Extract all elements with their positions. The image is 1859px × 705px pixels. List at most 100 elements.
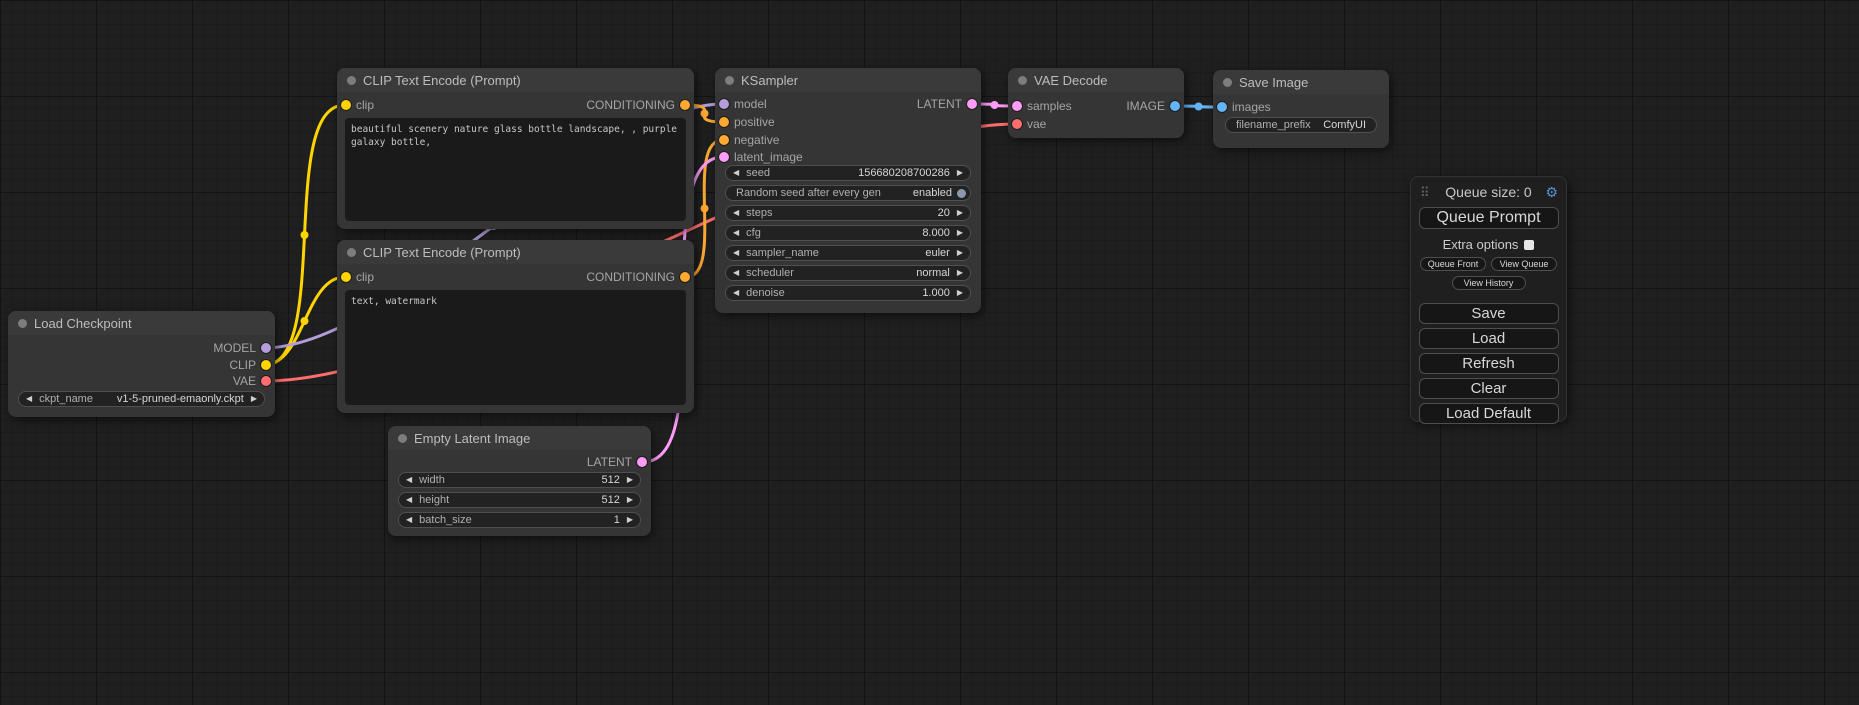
decrement-arrow-icon[interactable]: ◀ — [726, 246, 746, 260]
node-title-bar[interactable]: Save Image — [1213, 70, 1389, 94]
extra-options-checkbox[interactable] — [1524, 240, 1534, 250]
seed-widget[interactable]: ◀ seed 156680208700286 ▶ — [725, 165, 971, 181]
increment-arrow-icon[interactable]: ▶ — [950, 266, 970, 280]
latent-image-input-dot[interactable] — [719, 152, 729, 162]
latent-output-dot[interactable] — [967, 99, 977, 109]
toggle-indicator-dot[interactable] — [957, 189, 966, 198]
widget-value: v1-5-pruned-emaonly.ckpt — [117, 393, 244, 405]
negative-prompt-textarea[interactable]: text, watermark — [345, 290, 686, 405]
save-button[interactable]: Save — [1419, 303, 1559, 324]
increment-arrow-icon[interactable]: ▶ — [244, 392, 264, 406]
node-collapse-dot[interactable] — [18, 319, 27, 328]
node-title-bar[interactable]: VAE Decode — [1008, 68, 1184, 92]
ckpt-name-widget[interactable]: ◀ ckpt_name v1-5-pruned-emaonly.ckpt ▶ — [18, 391, 265, 407]
decrement-arrow-icon[interactable]: ◀ — [399, 513, 419, 527]
view-queue-button[interactable]: View Queue — [1491, 257, 1557, 271]
decrement-arrow-icon[interactable]: ◀ — [726, 286, 746, 300]
decrement-arrow-icon[interactable]: ◀ — [726, 226, 746, 240]
load-button[interactable]: Load — [1419, 328, 1559, 349]
decrement-arrow-icon[interactable]: ◀ — [726, 206, 746, 220]
view-history-button[interactable]: View History — [1452, 276, 1526, 290]
steps-widget[interactable]: ◀ steps 20 ▶ — [725, 205, 971, 221]
widget-value: 512 — [601, 474, 619, 486]
clip-output-dot[interactable] — [261, 360, 271, 370]
height-widget[interactable]: ◀ height 512 ▶ — [398, 492, 641, 508]
batch-size-widget[interactable]: ◀ batch_size 1 ▶ — [398, 512, 641, 528]
node-collapse-dot[interactable] — [1223, 78, 1232, 87]
node-empty-latent-image[interactable]: Empty Latent Image LATENT ◀ width 512 ▶ … — [388, 426, 651, 536]
node-collapse-dot[interactable] — [398, 434, 407, 443]
input-slot-vae: vae — [1012, 115, 1046, 133]
widget-label: denoise — [746, 287, 785, 299]
refresh-button[interactable]: Refresh — [1419, 353, 1559, 374]
queue-menu-panel[interactable]: ⠿ Queue size: 0 ⚙ Queue Prompt Extra opt… — [1410, 176, 1567, 422]
node-clip-text-encode-positive[interactable]: CLIP Text Encode (Prompt) clip CONDITION… — [337, 68, 694, 229]
vae-input-dot[interactable] — [1012, 119, 1022, 129]
node-collapse-dot[interactable] — [1018, 76, 1027, 85]
node-title-bar[interactable]: KSampler — [715, 68, 981, 92]
sampler-name-widget[interactable]: ◀ sampler_name euler ▶ — [725, 245, 971, 261]
node-graph-canvas[interactable]: Load Checkpoint MODEL CLIP VAE ◀ ckpt_na… — [0, 0, 1859, 705]
menu-header: ⠿ Queue size: 0 ⚙ — [1419, 184, 1558, 200]
increment-arrow-icon[interactable]: ▶ — [950, 286, 970, 300]
images-input-dot[interactable] — [1217, 102, 1227, 112]
increment-arrow-icon[interactable]: ▶ — [620, 493, 640, 507]
positive-prompt-textarea[interactable]: beautiful scenery nature glass bottle la… — [345, 118, 686, 221]
widget-label: seed — [746, 167, 770, 179]
denoise-widget[interactable]: ◀ denoise 1.000 ▶ — [725, 285, 971, 301]
increment-arrow-icon[interactable]: ▶ — [620, 473, 640, 487]
node-vae-decode[interactable]: VAE Decode samples vae IMAGE — [1008, 68, 1184, 138]
queue-front-button[interactable]: Queue Front — [1420, 257, 1486, 271]
decrement-arrow-icon[interactable]: ◀ — [399, 473, 419, 487]
node-title: Load Checkpoint — [34, 316, 132, 331]
conditioning-output-dot[interactable] — [680, 100, 690, 110]
clip-input-dot[interactable] — [341, 100, 351, 110]
positive-input-dot[interactable] — [719, 117, 729, 127]
slot-label: VAE — [233, 374, 256, 388]
node-title-bar[interactable]: Empty Latent Image — [388, 426, 651, 450]
conditioning-output-dot[interactable] — [680, 272, 690, 282]
increment-arrow-icon[interactable]: ▶ — [950, 226, 970, 240]
width-widget[interactable]: ◀ width 512 ▶ — [398, 472, 641, 488]
increment-arrow-icon[interactable]: ▶ — [620, 513, 640, 527]
negative-input-dot[interactable] — [719, 135, 729, 145]
queue-prompt-button[interactable]: Queue Prompt — [1419, 207, 1559, 229]
increment-arrow-icon[interactable]: ▶ — [950, 166, 970, 180]
settings-gear-icon[interactable]: ⚙ — [1545, 184, 1558, 201]
cfg-widget[interactable]: ◀ cfg 8.000 ▶ — [725, 225, 971, 241]
node-title-bar[interactable]: Load Checkpoint — [8, 311, 275, 335]
latent-output-dot[interactable] — [637, 457, 647, 467]
node-ksampler[interactable]: KSampler model positive negative latent_… — [715, 68, 981, 313]
model-output-dot[interactable] — [261, 343, 271, 353]
link-midpoint-dot — [1195, 103, 1203, 111]
vae-output-dot[interactable] — [261, 376, 271, 386]
node-collapse-dot[interactable] — [347, 248, 356, 257]
node-title-bar[interactable]: CLIP Text Encode (Prompt) — [337, 240, 694, 264]
drag-handle-icon[interactable]: ⠿ — [1420, 185, 1430, 201]
node-save-image[interactable]: Save Image images filename_prefix ComfyU… — [1213, 70, 1389, 148]
load-default-button[interactable]: Load Default — [1419, 403, 1559, 424]
slot-label: LATENT — [917, 97, 962, 111]
node-collapse-dot[interactable] — [347, 76, 356, 85]
slot-label: images — [1232, 100, 1271, 114]
clip-input-dot[interactable] — [341, 272, 351, 282]
decrement-arrow-icon[interactable]: ◀ — [726, 266, 746, 280]
samples-input-dot[interactable] — [1012, 101, 1022, 111]
scheduler-widget[interactable]: ◀ scheduler normal ▶ — [725, 265, 971, 281]
node-collapse-dot[interactable] — [725, 76, 734, 85]
decrement-arrow-icon[interactable]: ◀ — [726, 166, 746, 180]
clear-button[interactable]: Clear — [1419, 378, 1559, 399]
filename-prefix-widget[interactable]: filename_prefix ComfyUI — [1225, 117, 1377, 133]
image-output-dot[interactable] — [1170, 101, 1180, 111]
node-title: Empty Latent Image — [414, 431, 530, 446]
link-clip-to-negative-prompt — [264, 277, 345, 365]
node-title-bar[interactable]: CLIP Text Encode (Prompt) — [337, 68, 694, 92]
random-seed-toggle-widget[interactable]: Random seed after every gen enabled — [725, 185, 971, 201]
decrement-arrow-icon[interactable]: ◀ — [19, 392, 39, 406]
node-clip-text-encode-negative[interactable]: CLIP Text Encode (Prompt) clip CONDITION… — [337, 240, 694, 413]
node-load-checkpoint[interactable]: Load Checkpoint MODEL CLIP VAE ◀ ckpt_na… — [8, 311, 275, 417]
model-input-dot[interactable] — [719, 99, 729, 109]
decrement-arrow-icon[interactable]: ◀ — [399, 493, 419, 507]
increment-arrow-icon[interactable]: ▶ — [950, 206, 970, 220]
increment-arrow-icon[interactable]: ▶ — [950, 246, 970, 260]
